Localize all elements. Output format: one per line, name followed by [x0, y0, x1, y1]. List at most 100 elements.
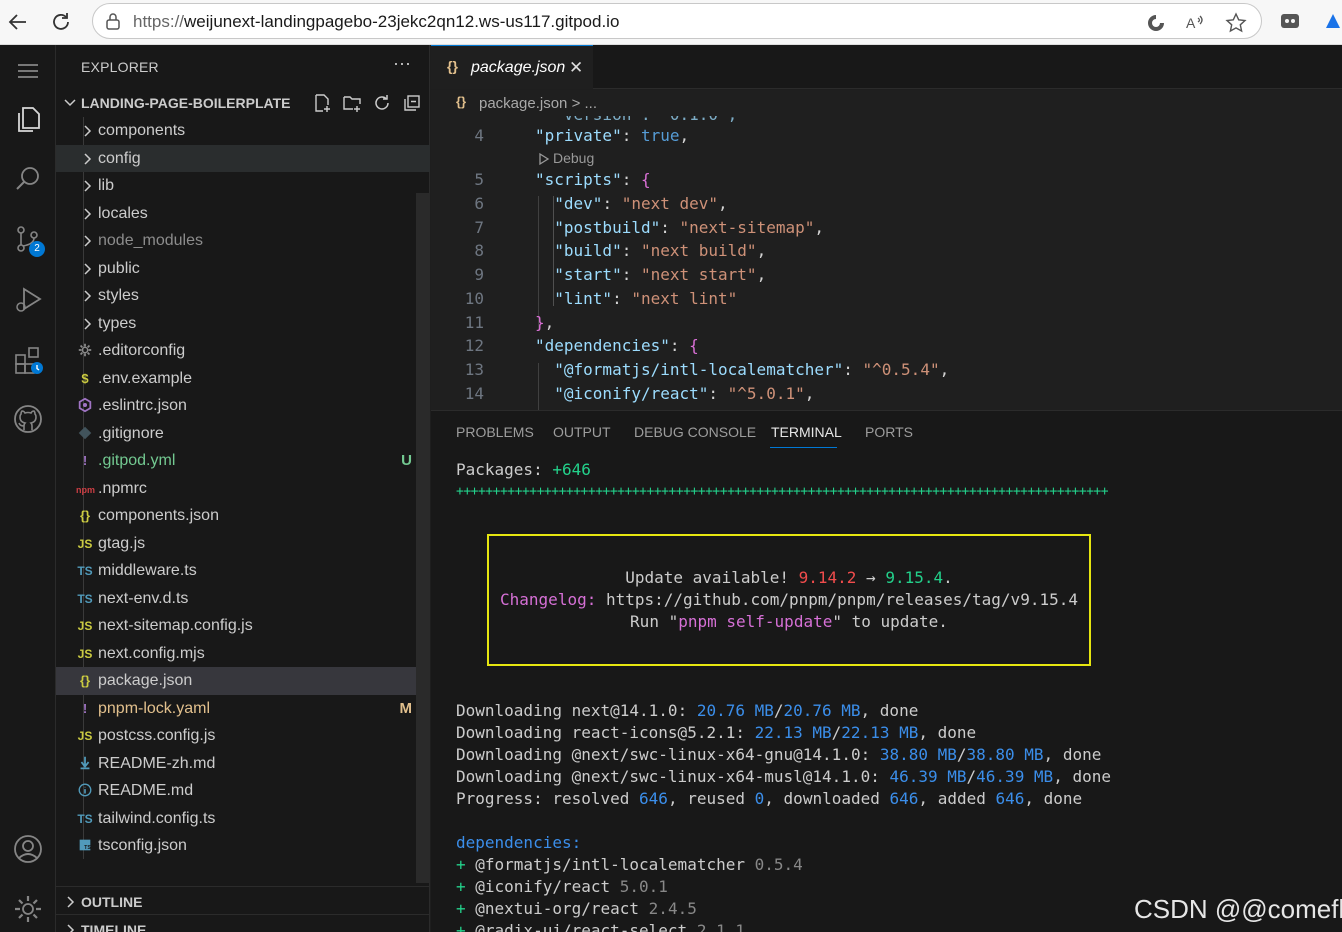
manage-button[interactable] [0, 883, 56, 932]
copilot-icon[interactable] [1322, 10, 1342, 32]
tree-file-postcss-config-js[interactable]: JS postcss.config.js [56, 722, 430, 750]
tree-file-pnpm-lock-yaml[interactable]: ! pnpm-lock.yaml M [56, 695, 430, 723]
explorer-more-button[interactable]: ··· [393, 53, 411, 74]
chevron-right-icon [78, 121, 96, 141]
chevron-right-icon [78, 204, 96, 224]
code-line-12: 12 "dependencies": { [431, 334, 1342, 358]
browser-extension-icon[interactable] [1145, 12, 1167, 34]
dependencies-heading: dependencies: [456, 833, 582, 852]
refresh-button[interactable] [45, 6, 77, 38]
collapse-all-button[interactable] [402, 93, 424, 115]
breadcrumb-path[interactable]: package.json > ... [479, 95, 597, 112]
new-folder-button[interactable] [342, 93, 364, 115]
json-key: "dependencies" [535, 336, 670, 355]
tree-folder-components[interactable]: components [56, 117, 430, 145]
new-file-icon [315, 94, 330, 112]
menu-button[interactable] [0, 45, 56, 97]
line-number: 10 [464, 289, 484, 308]
tree-file-next-env-d-ts[interactable]: TS next-env.d.ts [56, 585, 430, 613]
json-key: "start" [554, 265, 622, 284]
env-icon: $ [76, 369, 94, 389]
download-line: Downloading next@14.1.0: 20.76 MB/20.76 MB… [456, 701, 919, 720]
accounts-button[interactable] [0, 823, 56, 875]
tree-file-gitpod-yml[interactable]: ! .gitpod.yml U [56, 447, 430, 475]
tree-file-npmrc[interactable]: npm .npmrc [56, 475, 430, 503]
explorer-scrollbar[interactable] [416, 193, 430, 883]
tree-file-tailwind-config-ts[interactable]: TS tailwind.config.ts [56, 805, 430, 833]
explorer-button[interactable] [0, 93, 56, 145]
tab-problems[interactable]: PROBLEMS [456, 424, 534, 440]
git-status-badge: M [399, 699, 413, 717]
chevron-right-icon [78, 149, 96, 169]
extensions-button[interactable] [0, 335, 56, 387]
tree-folder-lib[interactable]: lib [56, 172, 430, 200]
tree-folder-types[interactable]: types [56, 310, 430, 338]
tree-folder-config[interactable]: config [56, 144, 430, 172]
tree-file-next-config-mjs[interactable]: JS next.config.mjs [56, 640, 430, 668]
new-file-button[interactable] [312, 93, 334, 115]
json-key: "lint" [554, 289, 613, 308]
outline-label: OUTLINE [81, 894, 143, 910]
package-name: @next/swc-linux-x64-gnu@14.1.0 [571, 745, 861, 764]
tree-file-readme-zh-md[interactable]: README-zh.md [56, 750, 430, 778]
tree-item-label: next-env.d.ts [98, 589, 189, 607]
changelog-url[interactable]: https://github.com/pnpm/pnpm/releases/ta… [596, 590, 1078, 609]
tree-folder-node-modules[interactable]: node_modules [56, 227, 430, 255]
tree-file-gtag-js[interactable]: JS gtag.js [56, 530, 430, 558]
tree-folder-styles[interactable]: styles [56, 282, 430, 310]
tree-file-editorconfig[interactable]: .editorconfig [56, 337, 430, 365]
outline-section[interactable]: OUTLINE [56, 886, 430, 914]
play-icon [539, 152, 550, 166]
timeline-section[interactable]: TIMELINE [56, 914, 430, 932]
yaml-icon: ! [76, 451, 94, 471]
line-number: 13 [464, 360, 484, 379]
tree-file-components-json[interactable]: {} components.json [56, 502, 430, 530]
favorite-star-icon[interactable] [1225, 12, 1247, 34]
tree-item-label: README-zh.md [98, 754, 216, 772]
url-text[interactable]: https://weijunext-landingpagebo-23jekc2q… [133, 12, 619, 32]
done-label: done [937, 723, 977, 742]
tab-package-json[interactable]: {} package.json ✕ [431, 45, 593, 89]
close-icon[interactable]: ✕ [569, 58, 583, 78]
chevron-right-icon [78, 176, 96, 196]
tree-folder-locales[interactable]: locales [56, 200, 430, 228]
github-button[interactable] [0, 393, 56, 445]
browser-profile-icon[interactable] [1279, 10, 1301, 32]
tree-item-label: gtag.js [98, 534, 146, 552]
code-editor[interactable]: "version": "0.1.0", 4 "private": true, D… [431, 116, 1342, 410]
size-unit: MB [1024, 745, 1044, 764]
tree-folder-public[interactable]: public [56, 255, 430, 283]
tab-output[interactable]: OUTPUT [553, 424, 611, 440]
back-button[interactable] [2, 6, 34, 38]
json-key: "postbuild" [554, 218, 661, 237]
tab-terminal[interactable]: TERMINAL [771, 424, 842, 440]
tree-file-env-example[interactable]: $ .env.example [56, 365, 430, 393]
run-debug-button[interactable] [0, 273, 56, 325]
workspace-folder-header[interactable]: LANDING-PAGE-BOILERPLATE [56, 89, 430, 117]
tab-label: package.json [471, 59, 566, 76]
svg-text:A: A [1186, 15, 1196, 31]
tree-file-middleware-ts[interactable]: TS middleware.ts [56, 557, 430, 585]
search-button[interactable] [0, 153, 56, 205]
tree-file-tsconfig-json[interactable]: TS tsconfig.json [56, 832, 430, 860]
tab-ports[interactable]: PORTS [865, 424, 913, 440]
js-icon: JS [76, 534, 94, 554]
read-aloud-icon[interactable]: A [1185, 12, 1207, 34]
code-line-11: 11 }, [431, 311, 1342, 335]
refresh-explorer-button[interactable] [372, 93, 394, 115]
address-bar[interactable]: https://weijunext-landingpagebo-23jekc2q… [92, 3, 1262, 39]
tree-file-package-json[interactable]: {} package.json [56, 667, 430, 695]
info-icon [76, 781, 94, 801]
debug-codelens[interactable]: Debug [537, 149, 737, 169]
source-control-button[interactable]: 2 [0, 213, 56, 265]
tree-file-readme-md[interactable]: README.md [56, 777, 430, 805]
tree-file-gitignore[interactable]: .gitignore [56, 420, 430, 448]
tab-debug-console[interactable]: DEBUG CONSOLE [634, 424, 756, 440]
done-label: done [879, 701, 919, 720]
json-value: "next-sitemap" [679, 218, 815, 237]
tree-file-next-sitemap-config-js[interactable]: JS next-sitemap.config.js [56, 612, 430, 640]
old-version: 9.14.2 [798, 568, 857, 587]
ts-icon-glyph: TS [77, 564, 93, 578]
done-label: done [1072, 767, 1111, 786]
tree-file-eslintrc-json[interactable]: .eslintrc.json [56, 392, 430, 420]
